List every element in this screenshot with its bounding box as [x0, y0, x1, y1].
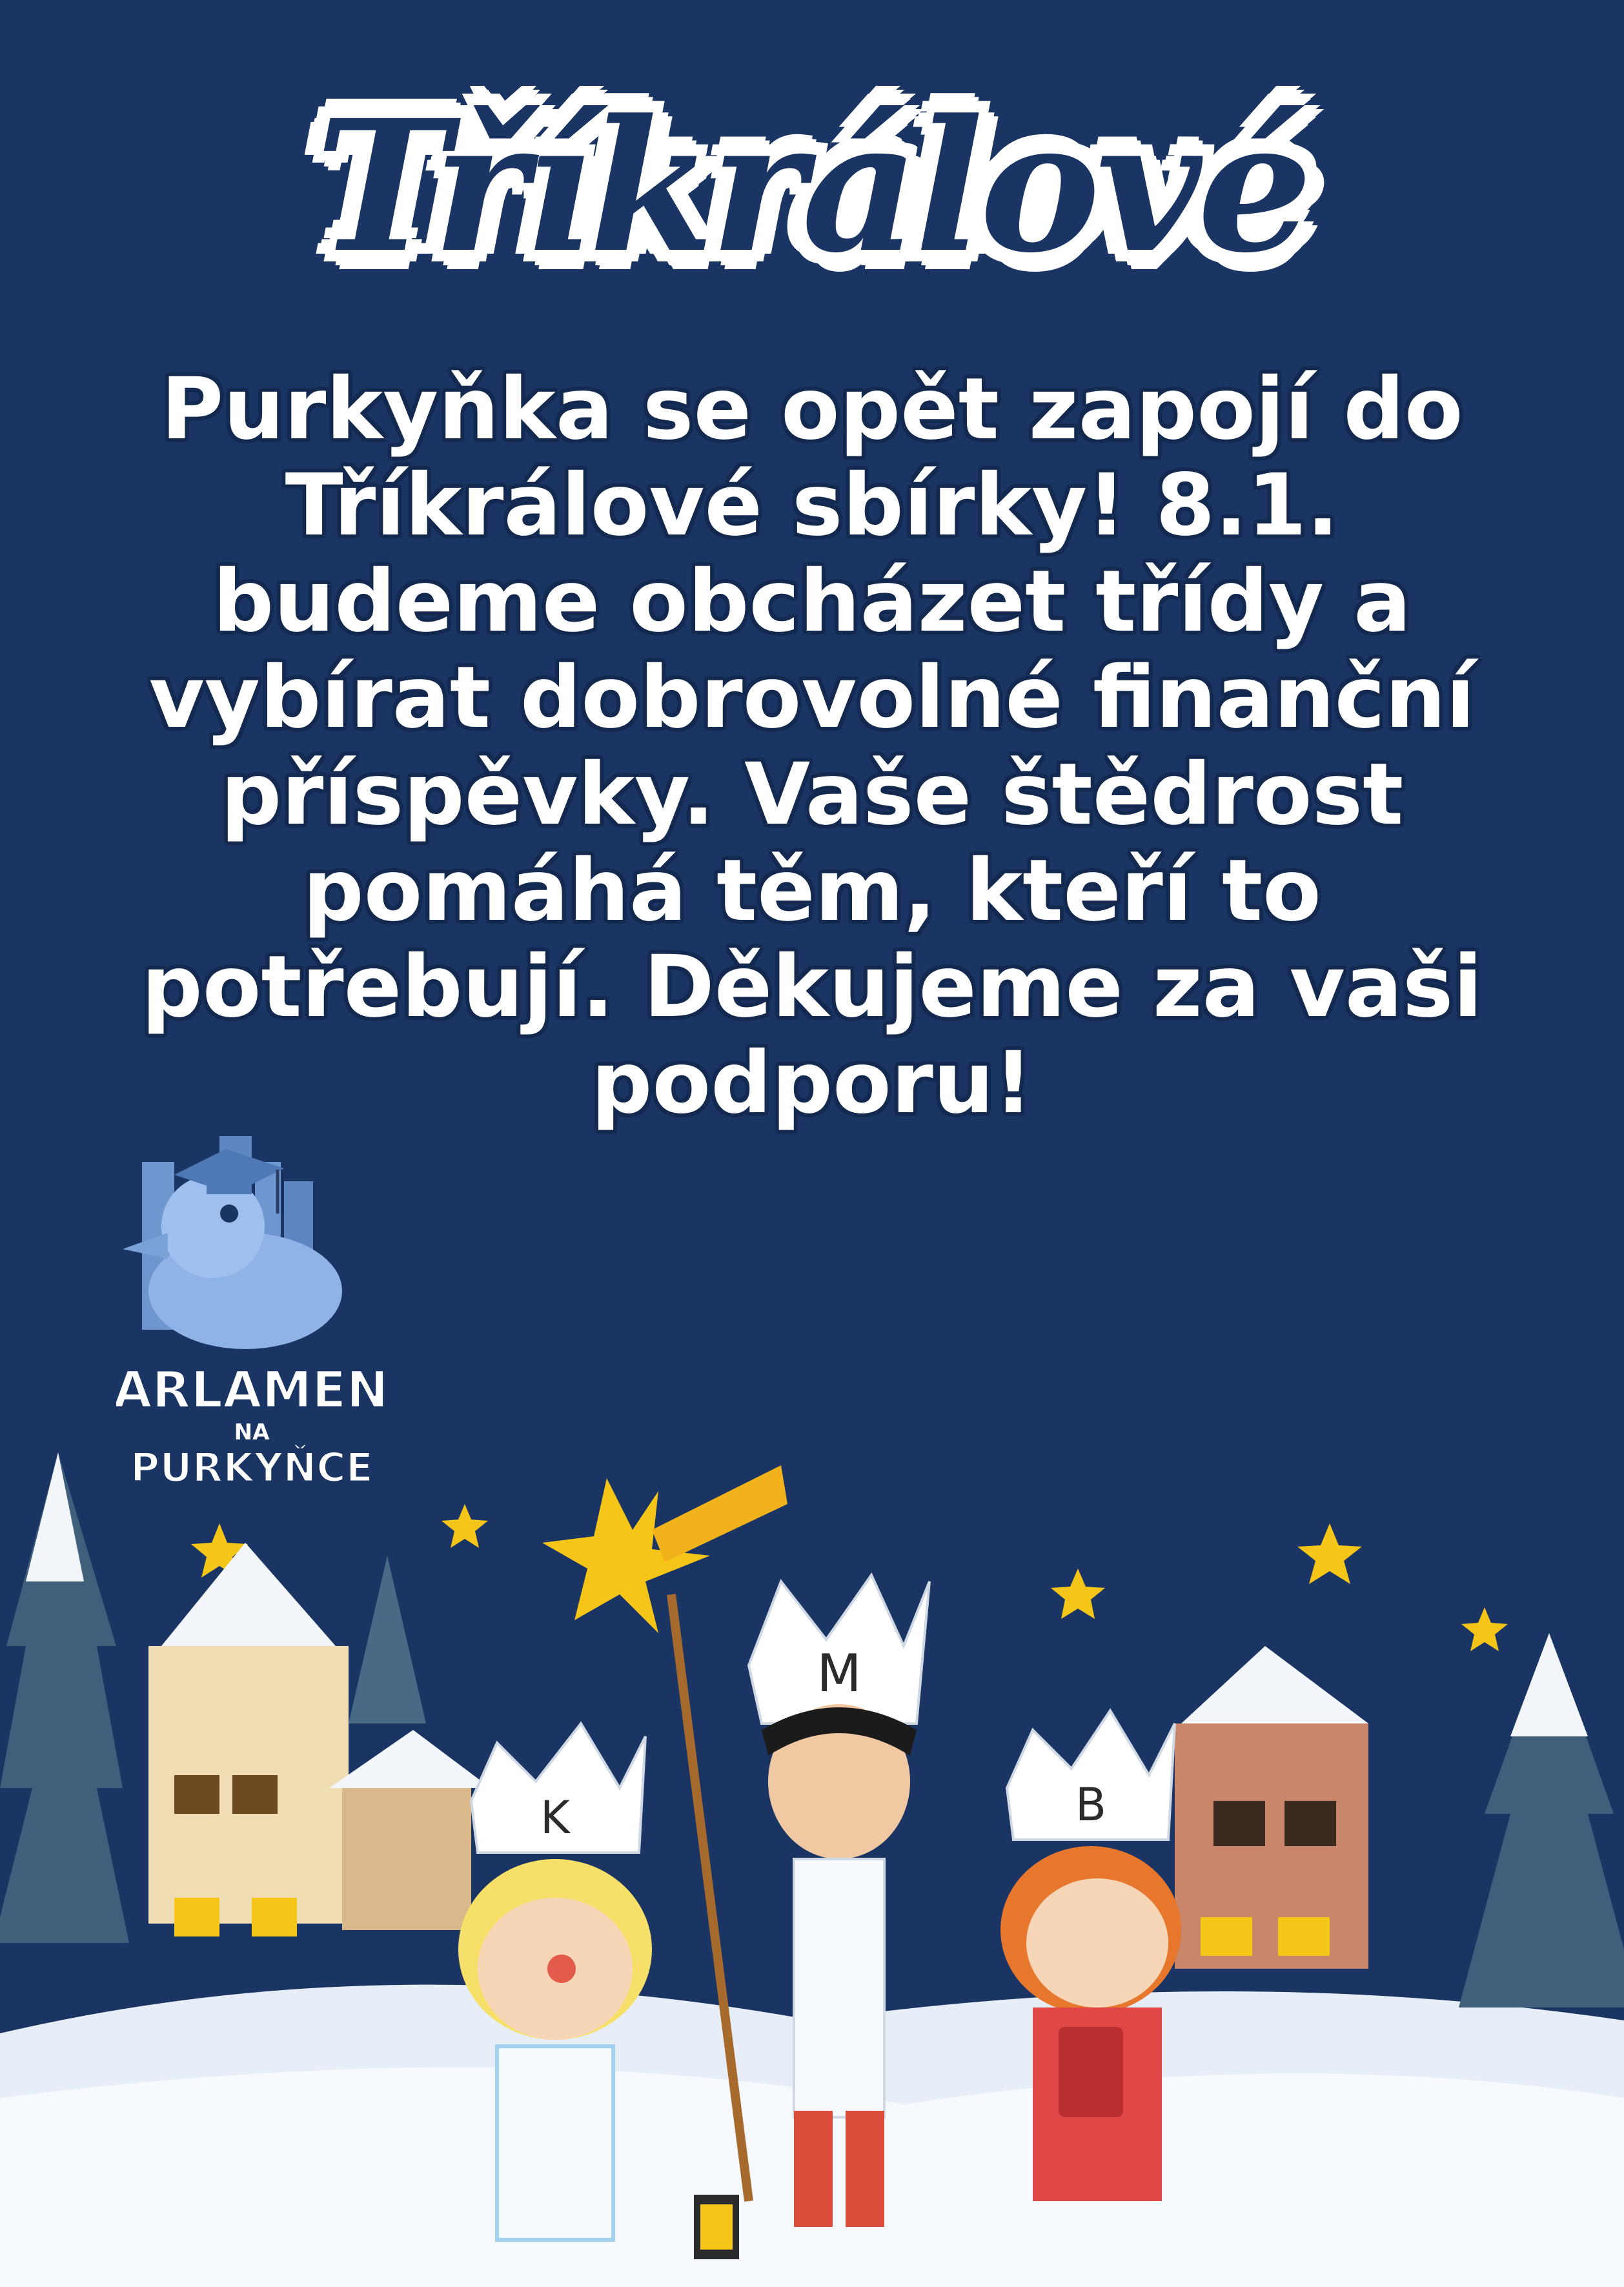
house-icon	[148, 1543, 491, 1936]
message-line: podporu!	[591, 1033, 1033, 1133]
crown-letter: M	[817, 1643, 861, 1703]
message-line: vybírat dobrovolné finanční	[148, 648, 1476, 748]
fir-tree-icon	[1459, 1633, 1624, 2007]
message-line: Purkyňka se opět zapojí do	[161, 360, 1463, 459]
crown-letter: K	[540, 1791, 571, 1844]
winter-scene-illustration: M K B	[0, 1452, 1624, 2287]
logo-line1: PARLAMENT	[116, 1361, 387, 1419]
message-line: Tříkrálové sbírky! 8.1.	[285, 456, 1339, 556]
house-icon	[1175, 1646, 1368, 1969]
duck-with-graduation-cap-icon	[123, 1136, 342, 1349]
lantern-icon	[694, 2195, 739, 2259]
poster-message: Purkyňka se opět zapojí do Tříkrálové sb…	[103, 361, 1521, 1132]
message-line: pomáhá těm, kteří to	[303, 840, 1321, 940]
poster-title: Tříkrálové	[315, 81, 1313, 293]
logo-line2: NA	[234, 1419, 270, 1445]
crown-letter: B	[1075, 1778, 1106, 1831]
message-line: příspěvky. Vaše štědrost	[220, 744, 1404, 844]
message-line: potřebují. Děkujeme za vaši	[141, 937, 1483, 1037]
message-line: budeme obcházet třídy a	[212, 552, 1412, 652]
collection-box	[1059, 2027, 1123, 2117]
